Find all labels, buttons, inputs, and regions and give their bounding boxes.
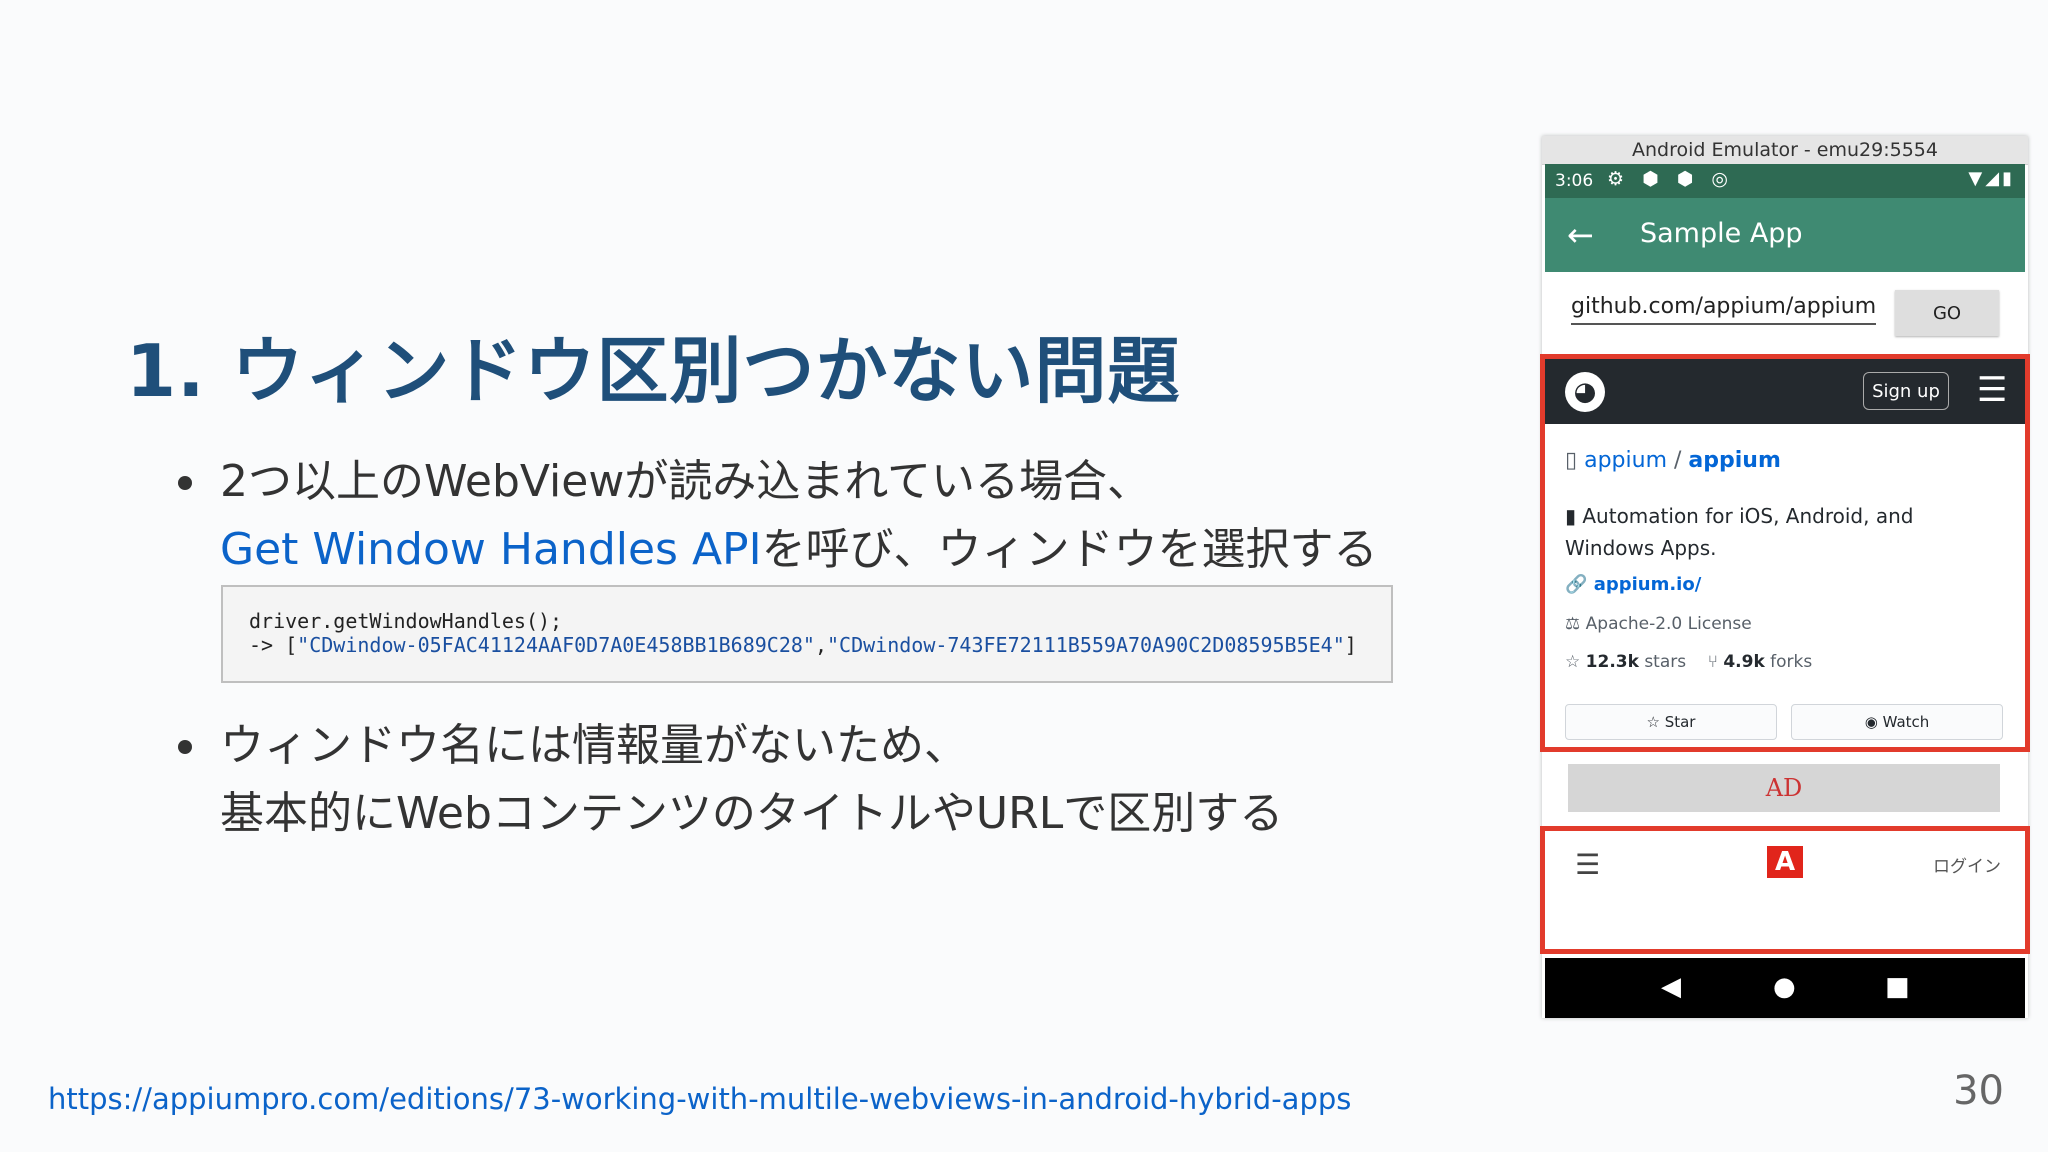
nav-home-icon[interactable]: ● — [1773, 972, 1796, 1002]
bullet-2-line-1: ウィンドウ名には情報量がないため、 — [220, 720, 968, 771]
back-arrow-icon[interactable]: ← — [1567, 216, 1594, 254]
android-nav-bar: ◀ ● ■ — [1545, 958, 2025, 1018]
nav-recents-icon[interactable]: ■ — [1885, 972, 1910, 1002]
status-signal-battery-icon: ▼◢▮ — [1968, 168, 2015, 189]
url-input[interactable]: github.com/appium/appium — [1571, 294, 1877, 325]
nav-back-icon[interactable]: ◀ — [1661, 972, 1681, 1002]
emulator-window-title: Android Emulator - emu29:5554 — [1542, 136, 2028, 165]
url-row: github.com/appium/appium GO — [1545, 272, 2025, 354]
status-notification-icons: ⚙ ⬢ ⬢ ◎ — [1607, 168, 1734, 190]
code-separator: , — [814, 633, 827, 657]
bullet-1-line-2-text: を呼び、ウィンドウを選択する — [761, 524, 1378, 575]
app-title: Sample App — [1640, 218, 1803, 249]
github-webview-highlight — [1540, 354, 2030, 752]
slide-title: 1. ウィンドウ区別つかない問題 — [126, 329, 1181, 413]
bullet-2-line-2: 基本的にWebコンテンツのタイトルやURLで区別する — [220, 788, 1284, 839]
go-button[interactable]: GO — [1895, 290, 1999, 336]
get-window-handles-link[interactable]: Get Window Handles API — [220, 524, 762, 575]
android-emulator-screenshot: Android Emulator - emu29:5554 3:06 ⚙ ⬢ ⬢… — [1540, 136, 2030, 1018]
bullet-item-1: 2つ以上のWebViewが読み込まれている場合、 Get Window Hand… — [178, 448, 1378, 584]
bullet-1-line-1: 2つ以上のWebViewが読み込まれている場合、 — [220, 456, 1152, 507]
status-bar: 3:06 ⚙ ⬢ ⬢ ◎ ▼◢▮ — [1545, 164, 2025, 198]
bullet-item-2: ウィンドウ名には情報量がないため、 基本的にWebコンテンツのタイトルやURLで… — [178, 712, 1283, 848]
slide: 1. ウィンドウ区別つかない問題 2つ以上のWebViewが読み込まれている場合… — [0, 0, 2048, 1152]
adobe-webview-highlight — [1540, 826, 2030, 954]
ad-banner[interactable]: AD — [1568, 764, 2000, 812]
code-string-1: "CDwindow-05FAC41124AAF0D7A0E458BB1B689C… — [297, 633, 815, 657]
app-bar: ← Sample App — [1545, 198, 2025, 272]
page-number: 30 — [1953, 1068, 2004, 1114]
bullet-dot — [178, 476, 192, 490]
code-string-2: "CDwindow-743FE72111B559A70A90C2D08595B5… — [826, 633, 1345, 657]
source-url-link[interactable]: https://appiumpro.com/editions/73-workin… — [48, 1082, 1351, 1116]
code-line-1: driver.getWindowHandles(); — [249, 609, 563, 633]
bullet-dot — [178, 740, 192, 754]
code-line-2-suffix: ] — [1344, 633, 1357, 657]
code-block: driver.getWindowHandles(); -> ["CDwindow… — [221, 585, 1393, 683]
bullet-1-line-2: Get Window Handles APIを呼び、ウィンドウを選択する — [178, 516, 1378, 584]
status-time: 3:06 — [1555, 171, 1594, 191]
code-line-2-prefix: -> [ — [249, 633, 298, 657]
